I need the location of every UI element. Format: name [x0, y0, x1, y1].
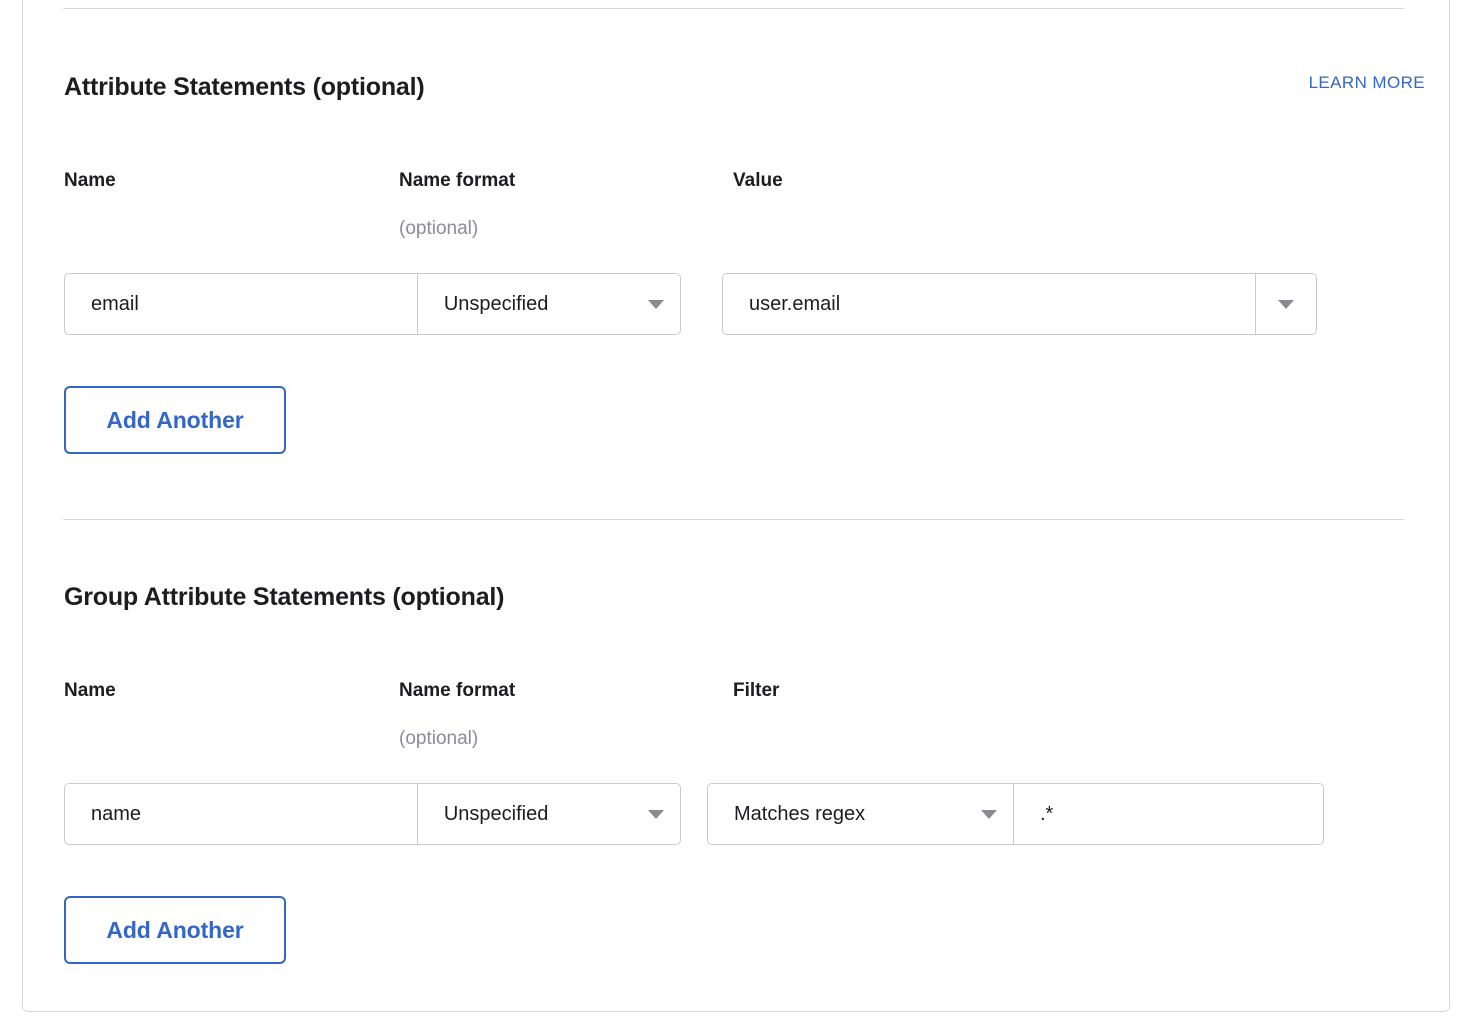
section-divider-top [63, 8, 1404, 9]
column-header-name-format-optional-2: (optional) [399, 728, 478, 750]
column-header-name-format-optional-1: (optional) [399, 218, 478, 240]
group-filter-type-select[interactable]: Matches regex [708, 784, 1013, 844]
column-header-name-1: Name [64, 170, 116, 192]
group-name-and-format-group: Unspecified [64, 783, 681, 845]
group-name-input[interactable] [65, 784, 417, 844]
chevron-down-icon [1278, 300, 1294, 309]
attribute-value-group [722, 273, 1317, 335]
group-filter-group: Matches regex [707, 783, 1324, 845]
attribute-value-input[interactable] [723, 274, 1255, 334]
column-header-name-format-1: Name format [399, 170, 515, 192]
page-root: Attribute Statements (optional) LEARN MO… [0, 0, 1466, 1028]
add-another-group-attribute-button[interactable]: Add Another [64, 896, 286, 964]
attribute-name-format-select[interactable]: Unspecified [418, 274, 680, 334]
column-header-value: Value [733, 170, 783, 192]
add-another-attribute-button[interactable]: Add Another [64, 386, 286, 454]
group-attribute-statements-heading: Group Attribute Statements (optional) [64, 583, 504, 612]
group-name-format-value: Unspecified [444, 803, 549, 826]
chevron-down-icon [648, 810, 664, 819]
attribute-value-dropdown-button[interactable] [1256, 274, 1316, 334]
column-header-name-2: Name [64, 680, 116, 702]
column-header-filter: Filter [733, 680, 779, 702]
attribute-name-input[interactable] [65, 274, 417, 334]
attribute-name-format-value: Unspecified [444, 293, 549, 316]
learn-more-link[interactable]: LEARN MORE [1309, 73, 1425, 93]
settings-card: Attribute Statements (optional) LEARN MO… [22, 0, 1450, 1012]
section-divider-middle [63, 519, 1404, 520]
group-filter-pattern-input[interactable] [1014, 784, 1323, 844]
attribute-statements-heading: Attribute Statements (optional) [64, 73, 424, 102]
card-content: Attribute Statements (optional) LEARN MO… [23, 0, 1449, 1012]
chevron-down-icon [648, 300, 664, 309]
attribute-name-and-format-group: Unspecified [64, 273, 681, 335]
chevron-down-icon [981, 810, 997, 819]
group-filter-type-value: Matches regex [734, 803, 865, 826]
column-header-name-format-2: Name format [399, 680, 515, 702]
group-name-format-select[interactable]: Unspecified [418, 784, 680, 844]
